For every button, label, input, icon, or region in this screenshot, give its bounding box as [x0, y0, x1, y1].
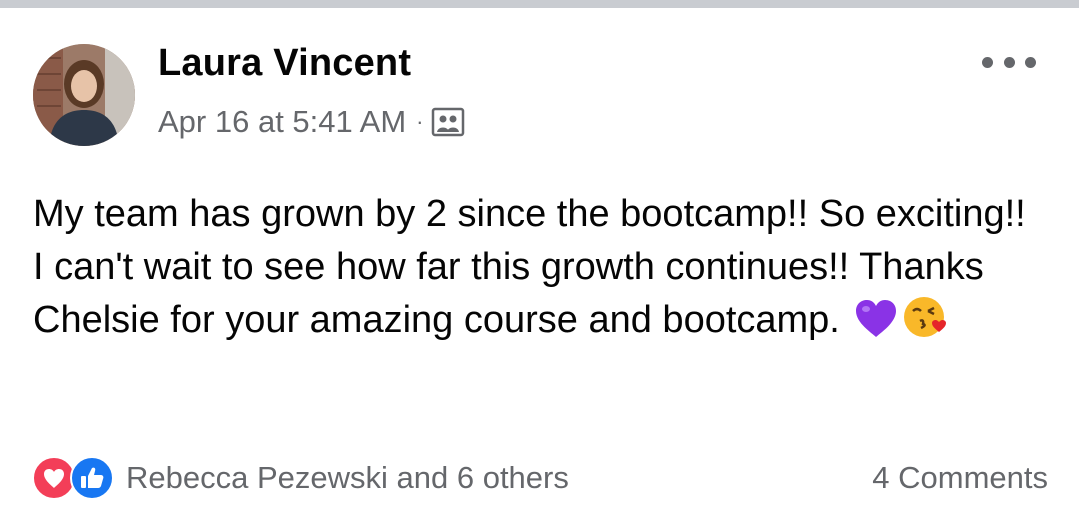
reaction-icons [32, 456, 118, 500]
face-blowing-kiss-icon [902, 294, 948, 355]
meta-separator: · [416, 109, 424, 134]
post-footer: Rebecca Pezewski and 6 others 4 Comments [32, 454, 1048, 502]
post-timestamp[interactable]: Apr 16 at 5:41 AM [158, 104, 406, 140]
top-divider [0, 0, 1079, 8]
comments-link[interactable]: 4 Comments [872, 460, 1048, 496]
more-dot [982, 56, 993, 68]
more-dot [1025, 56, 1036, 68]
avatar[interactable] [33, 44, 135, 146]
post-body: My team has grown by 2 since the bootcam… [33, 188, 1043, 355]
post-meta: Apr 16 at 5:41 AM · [158, 104, 465, 140]
reactions-summary[interactable]: Rebecca Pezewski and 6 others [32, 456, 569, 500]
purple-heart-icon [854, 298, 898, 355]
more-dot [1003, 56, 1015, 68]
group-icon [431, 107, 465, 137]
author-name[interactable]: Laura Vincent [158, 42, 411, 85]
like-reaction-icon [70, 456, 114, 500]
more-options-icon[interactable] [982, 52, 1036, 72]
reactions-label[interactable]: Rebecca Pezewski and 6 others [126, 460, 569, 496]
